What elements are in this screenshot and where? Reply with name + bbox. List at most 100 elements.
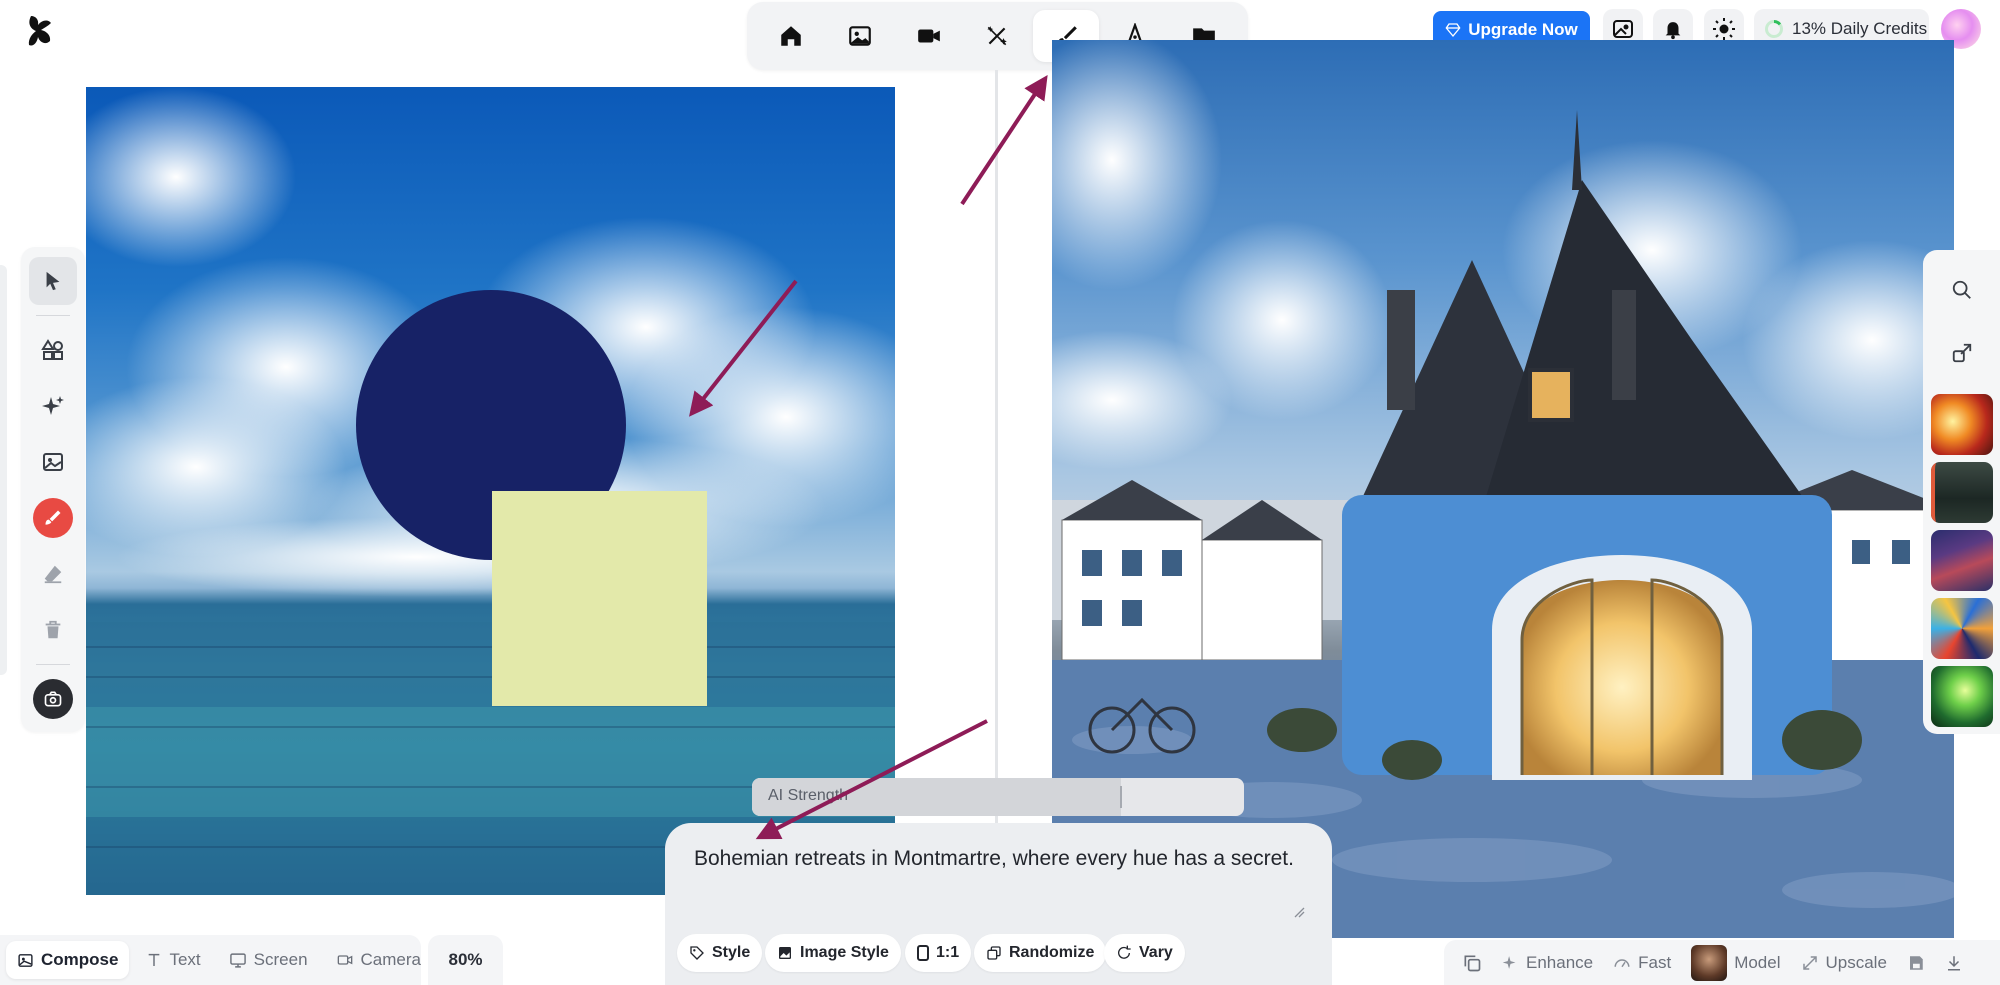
camera-mode-tab[interactable]: Camera	[325, 941, 432, 979]
upscale-button[interactable]: Upscale	[1793, 944, 1895, 982]
resize-grip-icon[interactable]	[1293, 906, 1305, 918]
sparkles-icon	[1502, 956, 1516, 969]
vary-button[interactable]: Vary	[1104, 934, 1185, 972]
model-selector[interactable]: Model	[1683, 944, 1788, 982]
arrow-to-draw-tool	[960, 75, 1048, 206]
generate-tool-button[interactable]	[29, 382, 77, 430]
copy-to-canvas-button[interactable]	[1454, 944, 1490, 982]
sparkles-icon	[42, 396, 64, 415]
home-icon	[781, 26, 802, 46]
compose-label: Compose	[41, 950, 119, 969]
vary-label: Vary	[1139, 944, 1173, 961]
style-button[interactable]: Style	[677, 934, 763, 972]
mode-switcher: Compose Text Screen Camera	[0, 935, 421, 985]
credits-label: 13% Daily Credits	[1792, 19, 1928, 38]
dice-icon	[987, 946, 1001, 960]
select-tool-button[interactable]	[29, 257, 77, 305]
search-button[interactable]	[1940, 268, 1984, 311]
sun-icon	[1713, 18, 1735, 40]
text-mode-tab[interactable]: Text	[135, 941, 211, 979]
trash-icon	[45, 620, 61, 639]
randomize-label: Randomize	[1009, 944, 1095, 961]
image-style-button[interactable]: Image Style	[765, 934, 901, 972]
eraser-icon	[44, 565, 62, 584]
bell-icon	[1665, 22, 1681, 40]
search-icon	[1952, 280, 1971, 299]
app-logo-icon[interactable]	[26, 14, 56, 48]
input-canvas[interactable]	[86, 87, 895, 895]
styles-button[interactable]	[1940, 331, 1984, 374]
fast-mode-button[interactable]: Fast	[1605, 944, 1679, 982]
capture-button[interactable]	[29, 675, 77, 723]
brush-tool-button[interactable]	[29, 494, 77, 542]
style-thumbnail[interactable]	[1930, 394, 1993, 456]
text-icon	[149, 953, 160, 966]
upscale-label: Upscale	[1825, 952, 1887, 972]
randomize-button[interactable]: Randomize	[974, 934, 1107, 972]
delete-button[interactable]	[29, 606, 77, 654]
style-thumbnail[interactable]	[1930, 666, 1993, 727]
magic-wand-button[interactable]	[964, 10, 1030, 62]
shapes-swap-icon	[1952, 343, 1971, 362]
aspect-ratio-label: 1:1	[936, 944, 960, 961]
tools-separator-2	[36, 664, 70, 665]
download-icon	[1947, 955, 1960, 970]
ai-strength-slider[interactable]: AI Strength	[752, 778, 1244, 816]
screen-label: Screen	[253, 950, 308, 969]
style-thumbnail[interactable]	[1930, 598, 1993, 660]
upgrade-label: Upgrade Now	[1468, 19, 1578, 39]
tag-icon	[690, 946, 704, 960]
camera-label: Camera	[360, 950, 421, 969]
shapes-tool-button[interactable]	[29, 326, 77, 374]
ai-strength-label: AI Strength	[768, 787, 849, 804]
fast-label: Fast	[1638, 952, 1672, 972]
brush-icon	[45, 510, 61, 525]
aspect-ratio-button[interactable]: 1:1	[905, 934, 972, 972]
gallery-icon	[1613, 20, 1633, 38]
ai-strength-handle[interactable]	[1120, 786, 1122, 808]
eraser-tool-button[interactable]	[29, 550, 77, 598]
video-tool-button[interactable]	[896, 10, 962, 62]
phone-ratio-icon	[917, 945, 929, 961]
model-thumbnail	[1691, 944, 1728, 981]
upscale-icon	[1802, 955, 1817, 970]
tools-separator	[36, 315, 70, 316]
image-icon	[18, 953, 33, 967]
copy-icon	[1464, 955, 1481, 971]
home-button[interactable]	[758, 10, 824, 62]
right-side-panel	[1923, 250, 2000, 734]
style-thumbnail[interactable]	[1930, 462, 1993, 524]
save-button[interactable]	[1899, 944, 1933, 982]
image-icon	[849, 26, 871, 46]
enhance-button[interactable]: Enhance	[1494, 944, 1601, 982]
save-icon	[1909, 955, 1923, 970]
style-label: Style	[712, 944, 751, 961]
magic-wand-icon	[987, 26, 1008, 46]
video-camera-icon	[917, 29, 940, 43]
compose-mode-tab[interactable]: Compose	[6, 941, 130, 979]
zoom-level[interactable]: 80%	[428, 935, 503, 985]
prompt-panel: Bohemian retreats in Montmartre, where e…	[665, 823, 1332, 985]
input-canvas-scene	[86, 87, 895, 895]
diamond-icon	[1445, 22, 1461, 37]
camera-capture-icon	[44, 691, 62, 707]
prompt-input[interactable]: Bohemian retreats in Montmartre, where e…	[694, 843, 1294, 875]
image-tool-button[interactable]	[827, 10, 893, 62]
style-thumbnail[interactable]	[1930, 530, 1993, 592]
download-button[interactable]	[1937, 944, 1971, 982]
video-camera-icon	[337, 955, 352, 965]
image-icon	[43, 453, 63, 471]
image-style-icon	[779, 947, 791, 959]
image-upload-button[interactable]	[29, 438, 77, 486]
monitor-icon	[229, 952, 246, 968]
refresh-icon	[1118, 945, 1131, 959]
model-label: Model	[1734, 952, 1781, 972]
brush-tool-indicator	[33, 498, 73, 538]
screen-mode-tab[interactable]: Screen	[218, 941, 319, 979]
credits-progress-icon	[1765, 20, 1783, 38]
speedometer-icon	[1614, 958, 1630, 967]
text-label: Text	[169, 950, 201, 969]
enhance-label: Enhance	[1526, 952, 1594, 972]
left-tools-panel	[21, 247, 85, 732]
capture-indicator	[33, 679, 73, 719]
